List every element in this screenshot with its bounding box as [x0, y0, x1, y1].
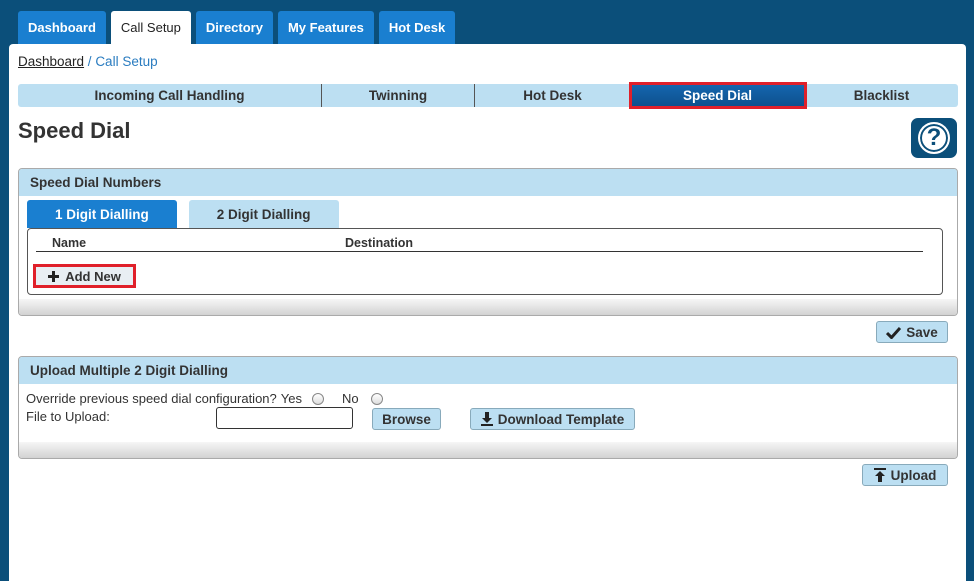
- tab-2-digit-dialling[interactable]: 2 Digit Dialling: [188, 200, 339, 228]
- subnav-twinning[interactable]: Twinning: [322, 84, 475, 107]
- section-footer: [19, 299, 957, 315]
- upload-section-heading: Upload Multiple 2 Digit Dialling: [19, 357, 957, 384]
- column-name-header: Name: [52, 236, 87, 250]
- file-to-upload-label: File to Upload:: [26, 409, 110, 424]
- override-label: Override previous speed dial configurati…: [26, 391, 277, 406]
- tab-1-digit-dialling[interactable]: 1 Digit Dialling: [27, 200, 177, 228]
- save-button[interactable]: Save: [876, 321, 948, 343]
- save-label: Save: [906, 324, 938, 340]
- override-no-radio[interactable]: [370, 392, 383, 405]
- upload-arrow-icon: [873, 468, 886, 482]
- browse-button[interactable]: Browse: [372, 408, 441, 430]
- dialling-tabs: 1 Digit Dialling 2 Digit Dialling: [27, 200, 339, 228]
- top-tab-my-features[interactable]: My Features: [277, 11, 374, 44]
- top-nav-tabs: Dashboard Call Setup Directory My Featur…: [18, 11, 456, 45]
- list-header: Name Destination: [36, 235, 923, 252]
- breadcrumb-dashboard-link[interactable]: Dashboard: [18, 54, 84, 69]
- subnav-speed-dial[interactable]: Speed Dial: [629, 82, 807, 109]
- plus-icon: [48, 270, 60, 282]
- speed-dial-list: Name Destination Add New: [27, 228, 943, 295]
- section-heading: Speed Dial Numbers: [19, 169, 957, 196]
- speed-dial-numbers-section: Speed Dial Numbers 1 Digit Dialling 2 Di…: [18, 168, 958, 316]
- page-title: Speed Dial: [18, 118, 131, 143]
- breadcrumb: Dashboard / Call Setup: [18, 54, 158, 69]
- call-setup-subnav: Incoming Call Handling Twinning Hot Desk…: [18, 82, 958, 109]
- subnav-blacklist[interactable]: Blacklist: [805, 84, 958, 107]
- breadcrumb-current: Call Setup: [95, 54, 158, 69]
- download-template-button[interactable]: Download Template: [470, 408, 635, 430]
- override-yes-radio[interactable]: [311, 392, 324, 405]
- column-destination-header: Destination: [345, 236, 414, 250]
- upload-section: Upload Multiple 2 Digit Dialling Overrid…: [18, 356, 958, 459]
- subnav-incoming-call-handling[interactable]: Incoming Call Handling: [18, 84, 322, 107]
- add-new-label: Add New: [65, 268, 121, 284]
- no-label: No: [341, 391, 359, 406]
- override-row: Override previous speed dial configurati…: [26, 391, 383, 406]
- top-tab-directory[interactable]: Directory: [195, 11, 273, 44]
- question-mark-icon: ?: [918, 122, 950, 154]
- breadcrumb-separator: /: [84, 54, 96, 69]
- yes-label: Yes: [280, 391, 302, 406]
- file-path-input[interactable]: [216, 407, 353, 429]
- upload-button[interactable]: Upload: [862, 464, 948, 486]
- add-new-button[interactable]: Add New: [33, 264, 136, 288]
- browse-label: Browse: [382, 411, 431, 427]
- top-tab-call-setup[interactable]: Call Setup: [110, 11, 191, 44]
- checkmark-icon: [886, 326, 902, 339]
- top-tab-hot-desk[interactable]: Hot Desk: [378, 11, 456, 44]
- download-arrow-icon: [480, 412, 493, 426]
- main-panel: Dashboard / Call Setup Incoming Call Han…: [9, 44, 966, 581]
- subnav-hot-desk[interactable]: Hot Desk: [475, 84, 631, 107]
- download-template-label: Download Template: [497, 411, 625, 427]
- upload-section-footer: [19, 442, 957, 458]
- upload-label: Upload: [890, 467, 937, 483]
- top-tab-dashboard[interactable]: Dashboard: [18, 11, 106, 44]
- help-button[interactable]: ?: [911, 118, 957, 158]
